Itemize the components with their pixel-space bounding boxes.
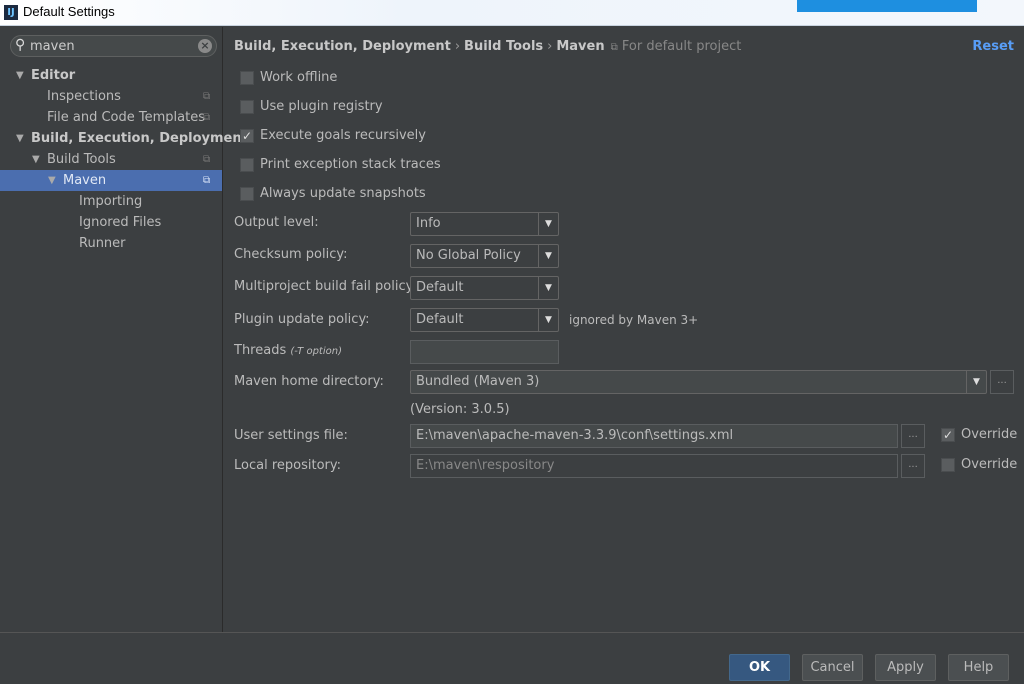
selected-value: Default [416,312,464,327]
checkbox-checked-icon: ✓ [941,428,955,442]
selected-value: Info [416,216,441,231]
chevron-down-icon: ▼ [966,371,986,393]
settings-sidebar: ⚲ × ▼EditorInspections⧉File and Code Tem… [0,27,248,632]
intellij-logo-icon: IJ [4,5,18,20]
plugin-update-select[interactable]: Default ▼ [410,308,559,332]
checkbox-unchecked-icon [941,458,955,472]
apply-button[interactable]: Apply [875,654,936,681]
help-button[interactable]: Help [948,654,1009,681]
maven-settings-panel: Build, Execution, Deployment › Build Tools… [224,27,1024,632]
checkbox-label: Work offline [260,70,338,85]
project-copy-icon: ⧉ [203,91,211,102]
tree-item-label: Maven [63,173,107,188]
override-label: Override [961,457,1018,472]
fail-policy-select[interactable]: Default ▼ [410,276,559,300]
dialog-buttons: OK Cancel Apply Help [0,632,1024,684]
breadcrumb-item: Build Tools [464,39,544,54]
tree-item[interactable]: ▼ Build Tools ⧉ [0,149,222,170]
tree-item[interactable]: Importing [0,191,222,212]
checkbox-checked-icon: ✓ [240,129,254,143]
maven-home-select[interactable]: Bundled (Maven 3) ▼ [410,370,987,394]
tree-item-label: Build, Execution, Deployment [31,131,248,146]
threads-label: Threads (-T option) [234,343,342,358]
local-repo-input[interactable]: E:\maven\respository [410,454,898,478]
maven-version: (Version: 3.0.5) [410,402,510,417]
plugin-update-label: Plugin update policy: [234,312,370,327]
tree-item-label: Importing [79,194,143,209]
override-label: Override [961,427,1018,442]
output-level-select[interactable]: Info ▼ [410,212,559,236]
scope-label: For default project [621,39,742,54]
checkbox-label: Use plugin registry [260,99,383,114]
ok-button[interactable]: OK [729,654,790,681]
local-repo-browse-button[interactable]: ... [901,454,925,478]
plugin-update-note: ignored by Maven 3+ [569,313,699,327]
tree-item-label: Runner [79,236,126,251]
project-copy-icon: ⧉ [203,175,211,186]
tree-item[interactable]: Inspections ⧉ [0,86,222,107]
breadcrumb: Build, Execution, Deployment › Build Tools… [234,39,742,54]
selected-value: No Global Policy [416,248,521,263]
chevron-down-icon: ▼ [538,213,558,235]
checkbox-unchecked-icon [240,100,254,114]
threads-hint: (-T option) [290,346,342,357]
output-level-label: Output level: [234,215,319,230]
search-box[interactable]: ⚲ × [10,35,217,57]
expand-arrow-icon[interactable]: ▼ [16,128,24,149]
project-copy-icon: ⧉ [203,112,211,123]
checkbox-unchecked-icon [240,187,254,201]
checkbox-label: Print exception stack traces [260,157,441,172]
expand-arrow-icon[interactable]: ▼ [32,149,40,170]
reset-link[interactable]: Reset [972,39,1014,54]
user-settings-browse-button[interactable]: ... [901,424,925,448]
tree-item-label: Ignored Files [79,215,162,230]
project-scope-icon: ⧉ [610,42,618,53]
threads-label-text: Threads [234,343,287,358]
checksum-policy-label: Checksum policy: [234,247,348,262]
selected-value: Default [416,280,464,295]
user-settings-label: User settings file: [234,428,348,443]
checksum-policy-select[interactable]: No Global Policy ▼ [410,244,559,268]
tree-item-label: Inspections [47,89,121,104]
search-icon: ⚲ [15,37,26,53]
tree-item[interactable]: ▼ Build, Execution, Deployment [0,128,248,149]
user-settings-value: E:\maven\apache-maven-3.3.9\conf\setting… [416,428,734,443]
tree-item-label: Editor [31,68,76,83]
checkbox-label: Always update snapshots [260,186,426,201]
title-bar: IJ Default Settings [0,0,1024,26]
cancel-button[interactable]: Cancel [802,654,863,681]
checkbox-label: Execute goals recursively [260,128,426,143]
chevron-down-icon: ▼ [538,309,558,331]
chevron-down-icon: ▼ [538,277,558,299]
fail-policy-label: Multiproject build fail policy: [234,279,417,294]
clear-search-icon[interactable]: × [198,39,212,53]
user-settings-input[interactable]: E:\maven\apache-maven-3.3.9\conf\setting… [410,424,898,448]
tree-item-label: File and Code Templates [47,110,205,125]
threads-input[interactable] [410,340,559,364]
window-title: Default Settings [23,4,115,19]
expand-arrow-icon[interactable]: ▼ [16,65,24,86]
selected-value: Bundled (Maven 3) [416,374,540,389]
tree-item[interactable]: Ignored Files [0,212,222,233]
tree-item-label: Build Tools [47,152,116,167]
local-repo-value: E:\maven\respository [416,458,555,473]
project-copy-icon: ⧉ [203,154,211,165]
checkbox-unchecked-icon [240,71,254,85]
background-toolbar [797,0,977,12]
local-repo-label: Local repository: [234,458,341,473]
checkbox-unchecked-icon [240,158,254,172]
search-input[interactable] [30,38,190,54]
maven-home-browse-button[interactable]: ... [990,370,1014,394]
tree-item[interactable]: ▼ Maven ⧉ [0,170,222,191]
tree-item[interactable]: Runner [0,233,222,254]
breadcrumb-item: Build, Execution, Deployment [234,39,451,54]
tree-item[interactable]: ▼ Editor [0,65,222,86]
expand-arrow-icon[interactable]: ▼ [48,170,56,191]
tree-item[interactable]: File and Code Templates ⧉ [0,107,222,128]
breadcrumb-item: Maven [556,39,605,54]
maven-home-label: Maven home directory: [234,374,384,389]
chevron-down-icon: ▼ [538,245,558,267]
